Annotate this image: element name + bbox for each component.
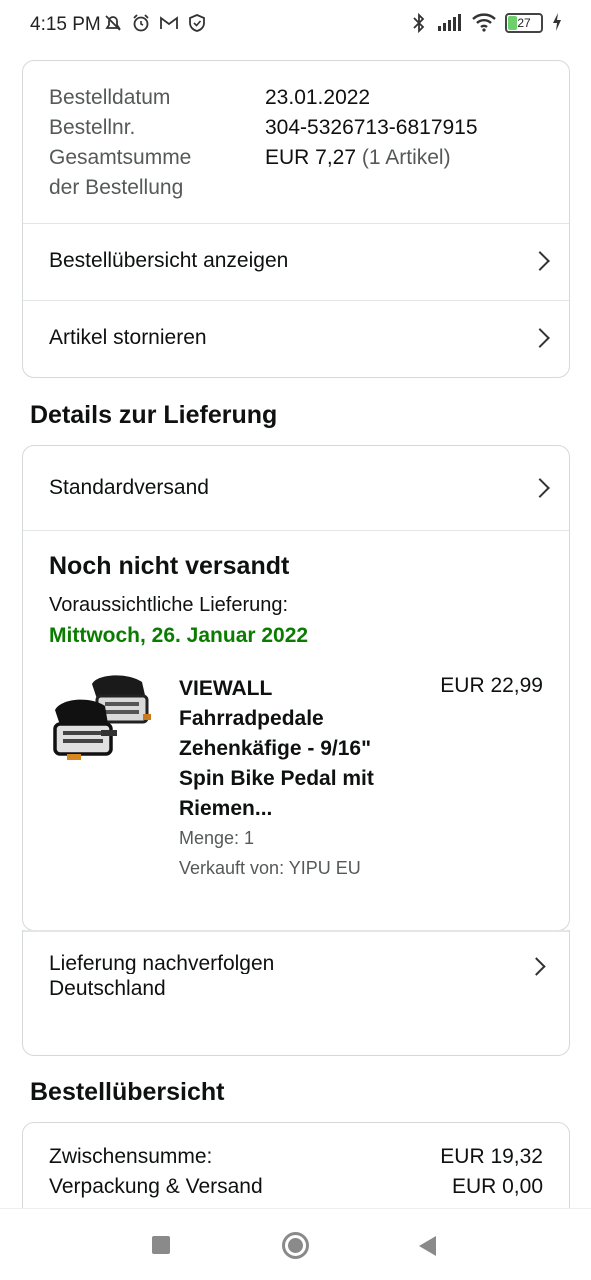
- view-order-summary-link[interactable]: Bestellübersicht anzeigen: [23, 223, 569, 299]
- battery-level: 27: [517, 16, 531, 30]
- system-navigation-bar: [0, 1208, 591, 1280]
- product-price: EUR 22,99: [440, 674, 543, 697]
- order-info-grid: Bestelldatum 23.01.2022 Bestellnr. 304-5…: [49, 83, 543, 203]
- shipment-status: Noch nicht versandt: [49, 552, 290, 580]
- home-circle-icon[interactable]: [282, 1232, 309, 1259]
- gmail-icon: [159, 13, 179, 35]
- shipping-cost-value: EUR 0,00: [451, 1175, 543, 1198]
- mute-icon: [103, 13, 123, 35]
- track-delivery-link[interactable]: Lieferung nachverfolgen: [49, 952, 274, 974]
- product-quantity: Menge: 1: [179, 828, 255, 848]
- order-date-label: Bestelldatum: [49, 86, 171, 109]
- order-number-label: Bestellnr.: [49, 116, 136, 139]
- product-title-line: Riemen...: [179, 797, 273, 820]
- charging-icon: [551, 12, 563, 34]
- estimated-delivery-label: Voraussichtliche Lieferung:: [49, 594, 289, 616]
- cancel-items-link[interactable]: Artikel stornieren: [23, 300, 569, 376]
- signal-icon: [437, 12, 463, 34]
- status-bar: 4:15 PM 27: [0, 0, 591, 50]
- chevron-right-icon: [530, 328, 550, 348]
- order-total-amount: EUR 7,27: [265, 146, 357, 169]
- delivery-card: Standardversand Noch nicht versandt Vora…: [22, 445, 570, 931]
- shipping-method-label: Standardversand: [49, 476, 209, 499]
- order-total-value: EUR 7,27 (1 Artikel): [265, 143, 451, 203]
- status-left-icons: [103, 13, 207, 35]
- view-order-summary-label: Bestellübersicht anzeigen: [49, 249, 289, 272]
- subtotal-value: EUR 19,32: [440, 1145, 543, 1168]
- chevron-right-icon: [530, 478, 550, 498]
- subtotal-row: Zwischensumme: EUR 19,32: [49, 1145, 543, 1169]
- order-number-value: 304-5326713-6817915: [265, 116, 478, 139]
- shipping-cost-label: Verpackung & Versand: [49, 1175, 263, 1198]
- order-summary-section-title: Bestellübersicht: [30, 1078, 225, 1106]
- shipping-method-link[interactable]: Standardversand: [23, 446, 569, 530]
- product-seller: Verkauft von: YIPU EU: [179, 858, 361, 878]
- order-total-row: Gesamtsumme der Bestellung EUR 7,27 (1 A…: [49, 143, 543, 203]
- tracking-card: Lieferung nachverfolgen Deutschland: [22, 930, 570, 1056]
- shipping-country-text: Deutschland: [49, 977, 166, 1000]
- product-title-line: VIEWALL: [179, 677, 273, 700]
- recents-square-icon[interactable]: [152, 1236, 170, 1254]
- chevron-right-icon: [527, 957, 546, 976]
- order-total-note: (1 Artikel): [361, 146, 451, 169]
- battery-fill: [508, 16, 517, 30]
- order-number-row: Bestellnr. 304-5326713-6817915: [49, 113, 543, 143]
- product-title-line: Fahrradpedale: [179, 707, 324, 730]
- order-date-row: Bestelldatum 23.01.2022: [49, 83, 543, 113]
- order-date-value: 23.01.2022: [265, 86, 371, 109]
- cancel-items-label: Artikel stornieren: [49, 326, 207, 349]
- order-info-card: Bestelldatum 23.01.2022 Bestellnr. 304-5…: [22, 60, 570, 378]
- divider: [23, 530, 569, 531]
- product-title-line: Spin Bike Pedal mit: [179, 767, 374, 790]
- product-title[interactable]: VIEWALL Fahrradpedale Zehenkäfige - 9/16…: [179, 674, 419, 824]
- divider: [23, 930, 569, 932]
- order-total-label-line1: Gesamtsumme: [49, 146, 192, 169]
- alarm-icon: [131, 13, 151, 35]
- chevron-right-icon: [530, 251, 550, 271]
- product-title-line: Zehenkäfige - 9/16": [179, 737, 372, 760]
- order-total-label: Gesamtsumme der Bestellung: [49, 143, 265, 203]
- estimated-delivery-date: Mittwoch, 26. Januar 2022: [49, 624, 309, 647]
- shipping-cost-row: Verpackung & Versand EUR 0,00: [49, 1175, 543, 1199]
- status-right-icons: 27: [409, 12, 563, 34]
- status-time: 4:15 PM: [30, 14, 101, 35]
- subtotal-label: Zwischensumme:: [49, 1145, 213, 1168]
- wifi-icon: [471, 12, 497, 34]
- product-image[interactable]: [45, 668, 155, 768]
- battery-indicator: 27: [505, 13, 543, 33]
- bluetooth-icon: [409, 12, 429, 34]
- order-total-label-line2: der Bestellung: [49, 176, 184, 199]
- shield-icon: [187, 13, 207, 35]
- back-triangle-icon[interactable]: [419, 1236, 436, 1256]
- delivery-section-title: Details zur Lieferung: [30, 401, 278, 429]
